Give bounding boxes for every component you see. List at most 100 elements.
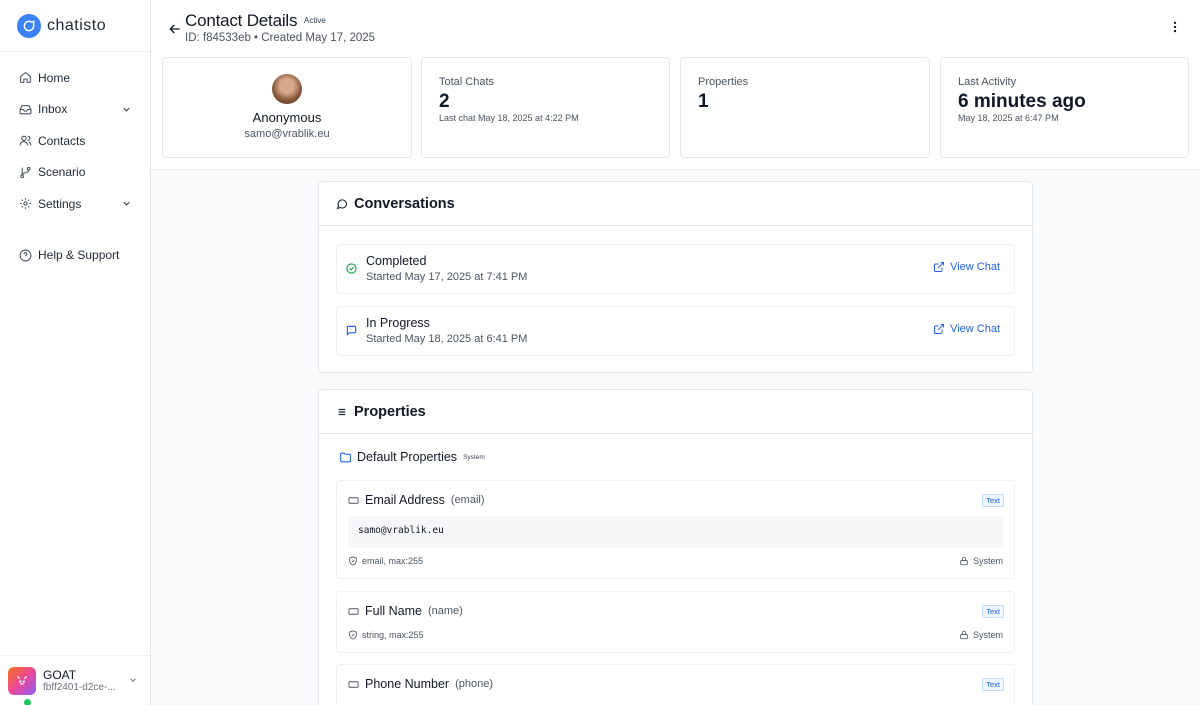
view-chat-button[interactable]: View Chat: [933, 261, 1000, 273]
external-link-icon: [934, 324, 945, 334]
online-status-dot: [23, 698, 32, 705]
sidebar-item-contacts[interactable]: Contacts: [0, 125, 150, 157]
conversation-item[interactable]: Completed Started May 17, 2025 at 7:41 P…: [336, 244, 1015, 294]
sidebar-item-label: Home: [38, 70, 71, 85]
stat-value: 6 minutes ago: [958, 91, 1086, 112]
property-source: System: [959, 630, 1003, 640]
property-source-text: System: [972, 556, 1003, 566]
property-card-email: Email Address (email) Text samo@vrablik.…: [336, 480, 1015, 579]
text-field-icon: [348, 607, 359, 615]
property-rules: email, max:255: [348, 556, 423, 566]
properties-header: Properties: [319, 390, 1032, 434]
back-arrow-icon[interactable]: [167, 21, 183, 37]
workspace-id: fbff2401-d2ce-...: [43, 682, 116, 693]
more-vertical-icon[interactable]: [1168, 20, 1182, 34]
shield-check-icon: [349, 556, 357, 566]
property-source-text: System: [972, 630, 1003, 640]
stat-subtext: May 18, 2025 at 6:47 PM: [958, 113, 1059, 123]
page-header: Contact Details Active ID: f84533eb • Cr…: [151, 0, 1200, 170]
contact-name: Anonymous: [252, 110, 322, 125]
folder-icon: [340, 452, 351, 462]
property-rules-text: email, max:255: [362, 556, 424, 566]
property-group-title: Default Properties: [357, 450, 458, 464]
stat-value: 1: [698, 91, 709, 112]
users-icon: [18, 134, 32, 148]
shield-check-icon: [349, 630, 357, 640]
stat-properties: Properties 1: [680, 57, 930, 158]
lock-icon: [960, 630, 968, 640]
workspace-name: GOAT: [43, 668, 77, 682]
property-value[interactable]: samo@vrablik.eu: [348, 516, 1003, 548]
conversation-status: Completed: [366, 254, 427, 268]
lock-icon: [960, 556, 968, 566]
sidebar-item-label: Contacts: [38, 133, 86, 148]
property-rules-text: string, max:255: [362, 630, 424, 640]
property-name: Phone Number: [365, 677, 450, 691]
gear-icon: [18, 197, 32, 211]
property-card-phone: Phone Number (phone) Text: [336, 664, 1015, 705]
conversation-started: Started May 18, 2025 at 6:41 PM: [366, 333, 528, 345]
home-icon: [18, 71, 32, 85]
property-key: (email): [450, 494, 485, 506]
stat-label: Last Activity: [958, 76, 1017, 88]
conversations-panel: Conversations Completed Started May 17, …: [318, 181, 1033, 373]
list-icon: [336, 406, 348, 418]
status-badge: Active: [304, 16, 326, 25]
external-link-icon: [934, 262, 945, 272]
inbox-icon: [18, 102, 32, 116]
stat-label: Properties: [698, 76, 749, 88]
text-field-icon: [348, 680, 359, 688]
chevron-down-icon: [123, 201, 130, 206]
properties-panel: Properties Default Properties System Ema…: [318, 389, 1033, 705]
contact-email: samo@vrablik.eu: [244, 128, 330, 140]
sidebar-item-settings[interactable]: Settings: [0, 188, 150, 220]
conversations-header: Conversations: [319, 182, 1032, 226]
sidebar-item-label: Scenario: [38, 165, 86, 180]
sidebar-item-home[interactable]: Home: [0, 62, 150, 94]
chatisto-logo-icon: [17, 13, 41, 38]
text-field-icon: [348, 496, 359, 504]
conversation-started: Started May 17, 2025 at 7:41 PM: [366, 271, 528, 283]
property-name: Full Name: [365, 604, 422, 618]
chevron-down-icon: [123, 107, 130, 112]
property-name: Email Address: [365, 493, 445, 507]
sidebar: chatisto Home Inbox Contacts Scenario Se…: [0, 0, 151, 705]
view-chat-button[interactable]: View Chat: [933, 323, 1000, 335]
sidebar-item-label: Settings: [38, 196, 82, 211]
brand[interactable]: chatisto: [0, 0, 150, 52]
check-circle-icon: [346, 263, 357, 274]
message-square-icon: [346, 325, 357, 336]
help-circle-icon: [18, 248, 32, 262]
sidebar-item-label: Inbox: [38, 102, 68, 117]
system-badge: System: [463, 453, 485, 461]
sidebar-nav: Home Inbox Contacts Scenario Settings He…: [0, 52, 150, 271]
view-chat-label: View Chat: [950, 261, 1000, 273]
stat-last-activity: Last Activity 6 minutes ago May 18, 2025…: [940, 57, 1189, 158]
avatar: [272, 74, 302, 104]
property-source: System: [959, 556, 1003, 566]
contact-meta: ID: f84533eb • Created May 17, 2025: [185, 32, 376, 44]
chevron-down-icon: [130, 678, 136, 682]
nav-divider: [0, 220, 150, 240]
stat-value: 2: [439, 91, 450, 112]
conversation-item[interactable]: In Progress Started May 18, 2025 at 6:41…: [336, 306, 1015, 356]
git-branch-icon: [18, 165, 32, 179]
profile-card: Anonymous samo@vrablik.eu: [162, 57, 412, 158]
panel-title: Conversations: [354, 195, 455, 212]
property-key: (phone): [455, 678, 493, 690]
property-key: (name): [427, 605, 463, 617]
sidebar-item-inbox[interactable]: Inbox: [0, 94, 150, 126]
sidebar-item-help[interactable]: Help & Support: [0, 240, 150, 272]
sidebar-item-scenario[interactable]: Scenario: [0, 157, 150, 189]
message-circle-icon: [336, 198, 348, 210]
page-title: Contact Details: [185, 11, 298, 30]
view-chat-label: View Chat: [950, 323, 1000, 335]
stat-subtext: Last chat May 18, 2025 at 4:22 PM: [439, 113, 579, 123]
sidebar-item-label: Help & Support: [38, 248, 120, 263]
brand-name: chatisto: [47, 16, 107, 34]
workspace-avatar: [8, 666, 36, 695]
account-switcher[interactable]: GOAT fbff2401-d2ce-...: [0, 655, 150, 705]
type-badge: Text: [982, 494, 1004, 507]
property-rules: string, max:255: [348, 630, 424, 640]
type-badge: Text: [982, 678, 1004, 691]
